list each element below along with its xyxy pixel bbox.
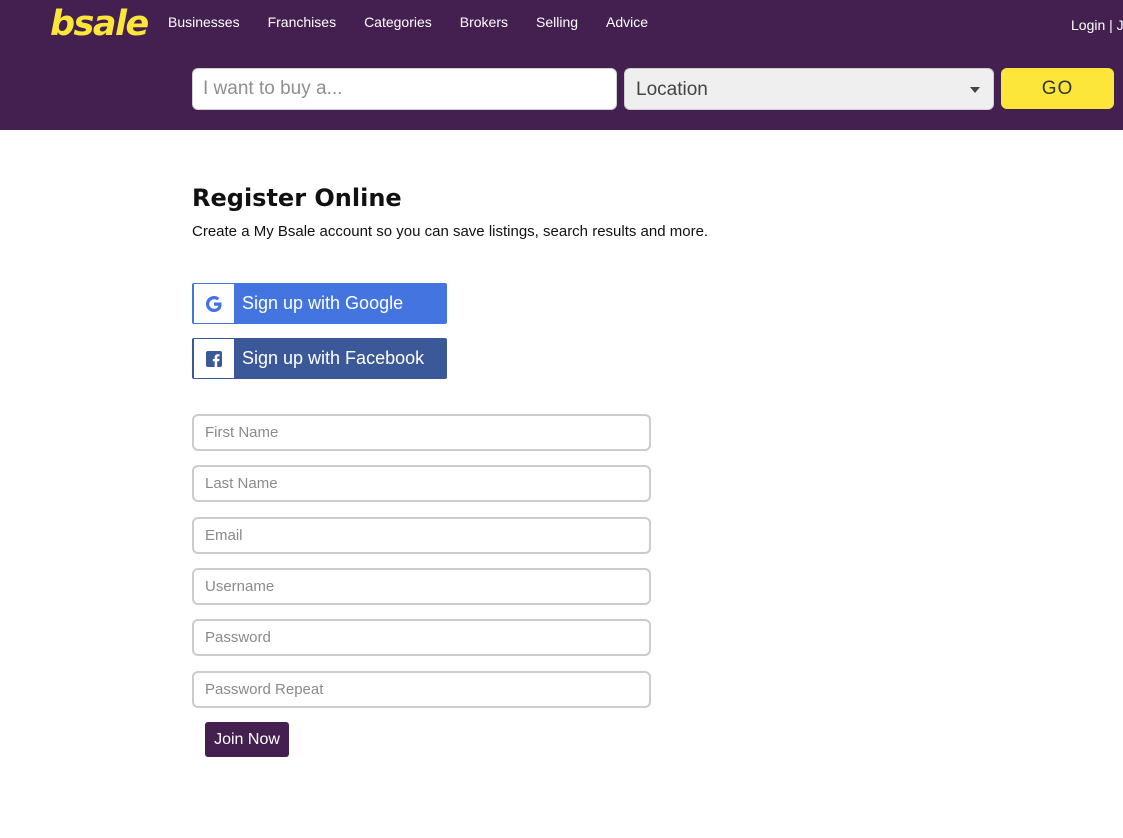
facebook-f-icon	[194, 339, 234, 378]
page-subtitle: Create a My Bsale account so you can sav…	[192, 223, 709, 240]
facebook-signup-label: Sign up with Facebook	[242, 348, 425, 368]
login-link[interactable]: Login | J	[1071, 16, 1123, 34]
location-select[interactable]: Location	[624, 68, 994, 110]
google-g-icon	[194, 284, 234, 323]
facebook-signup-button[interactable]: Sign up with Facebook	[192, 338, 447, 379]
join-now-button[interactable]: Join Now	[205, 722, 289, 757]
nav-item-franchises[interactable]: Franchises	[268, 13, 336, 31]
nav-item-advice[interactable]: Advice	[606, 13, 648, 31]
first-name-field[interactable]	[192, 414, 651, 451]
site-header: bsale Businesses Franchises Categories B…	[0, 0, 1123, 130]
main-nav: Businesses Franchises Categories Brokers…	[168, 13, 676, 31]
last-name-field[interactable]	[192, 465, 651, 502]
google-signup-label: Sign up with Google	[242, 293, 404, 313]
password-field[interactable]	[192, 619, 651, 656]
nav-item-businesses[interactable]: Businesses	[168, 13, 240, 31]
nav-item-categories[interactable]: Categories	[364, 13, 432, 31]
search-input[interactable]	[192, 68, 617, 110]
nav-item-selling[interactable]: Selling	[536, 13, 578, 31]
google-signup-button[interactable]: Sign up with Google	[192, 283, 447, 324]
location-select-value: Location	[636, 79, 708, 100]
password-repeat-field[interactable]	[192, 671, 651, 708]
username-field[interactable]	[192, 568, 651, 605]
page-title: Register Online	[192, 184, 402, 212]
go-button[interactable]: GO	[1001, 68, 1114, 109]
nav-item-brokers[interactable]: Brokers	[460, 13, 508, 31]
chevron-down-icon	[970, 87, 980, 93]
bsale-logo[interactable]: bsale	[50, 4, 149, 44]
email-field[interactable]	[192, 517, 651, 554]
